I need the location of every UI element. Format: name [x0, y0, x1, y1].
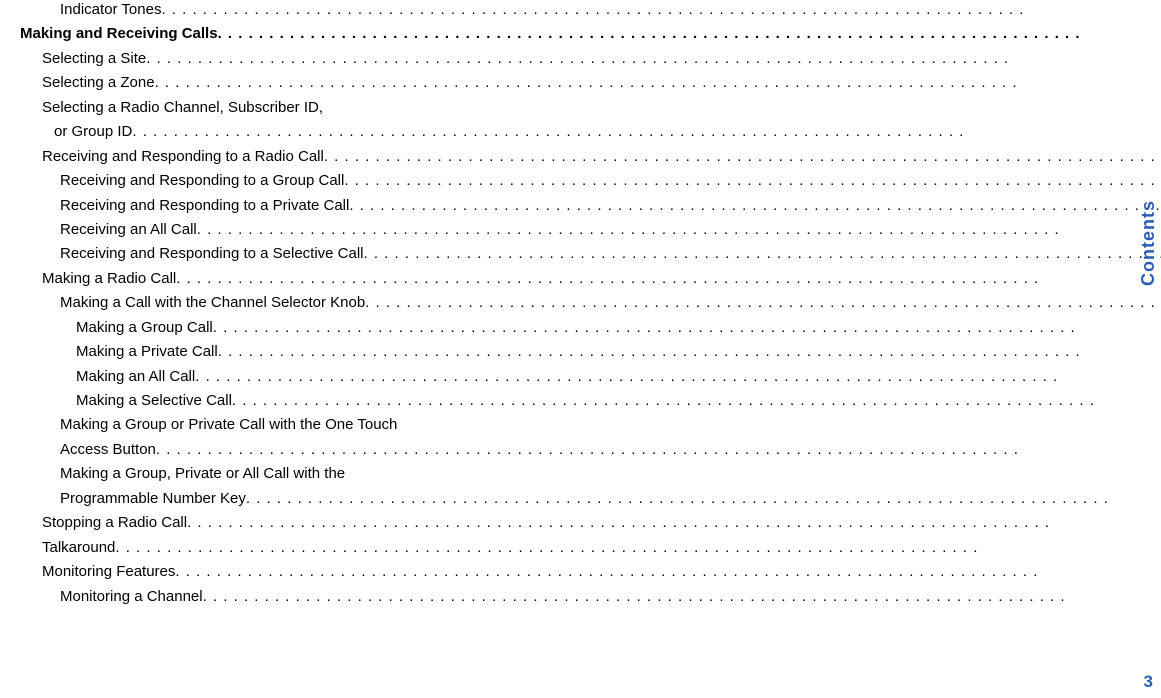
toc-entry: Making a Private Call 28 [20, 342, 1161, 362]
toc-entry: Indicator Tones 20 [20, 0, 1161, 20]
toc-entry: Programmable Number Key 32 [20, 489, 1161, 509]
toc-entry-text: Making a Group, Private or All Call with… [60, 464, 345, 484]
toc-leader-dots [115, 538, 1161, 558]
toc-leader-dots [187, 513, 1161, 533]
toc-entry-text: Selecting a Radio Channel, Subscriber ID… [42, 98, 323, 118]
toc-entry-text: Receiving an All Call [60, 220, 197, 240]
toc-entry: Making a Group or Private Call with the … [20, 415, 1161, 435]
toc-entry-text: Monitoring Features [42, 562, 175, 582]
toc-entry-text: Making and Receiving Calls [20, 24, 218, 44]
toc-leader-dots [218, 342, 1161, 362]
toc-entry: Making a Radio Call 27 [20, 269, 1161, 289]
toc-leader-dots [195, 367, 1161, 387]
toc-entry-text: Making an All Call [76, 367, 195, 387]
toc-entry-text: Receiving and Responding to a Selective … [60, 244, 364, 264]
toc-entry-text: Talkaround [42, 538, 115, 558]
toc-leader-dots [197, 220, 1161, 240]
toc-entry: Making a Group, Private or All Call with… [20, 464, 1161, 484]
toc-entry: Monitoring Features 34 [20, 562, 1161, 582]
toc-entry-text: Indicator Tones [60, 0, 161, 20]
toc-entry-text: Making a Selective Call [76, 391, 232, 411]
toc-entry: Selecting a Site 21 [20, 49, 1161, 69]
toc-entry: Making an All Call 29 [20, 367, 1161, 387]
toc-entry-text: Selecting a Site [42, 49, 146, 69]
toc-leader-dots [349, 196, 1161, 216]
toc-leader-dots [365, 293, 1161, 313]
toc-entry-text: or Group ID [54, 122, 132, 142]
toc-leader-dots [246, 489, 1161, 509]
toc-entry-text: Receiving and Responding to a Radio Call [42, 147, 324, 167]
toc-entry: Receiving an All Call 25 [20, 220, 1161, 240]
toc-leader-dots [146, 49, 1161, 69]
toc-entry-text: Monitoring a Channel [60, 587, 203, 607]
toc-leader-dots [156, 440, 1161, 460]
toc-leader-dots [213, 318, 1161, 338]
toc-entry: Access Button 31 [20, 440, 1161, 460]
toc-entry: or Group ID 22 [20, 122, 1161, 142]
toc-leader-dots [364, 244, 1161, 264]
toc-entry: Making a Call with the Channel Selector … [20, 293, 1161, 313]
toc-entry-text: Stopping a Radio Call [42, 513, 187, 533]
toc-entry: Receiving and Responding to a Group Call… [20, 171, 1161, 191]
toc-leader-dots [132, 122, 1161, 142]
toc-column-left: Indicator Tones 20 Making and Receiving C… [20, 0, 1161, 607]
toc-entry-text: Making a Private Call [76, 342, 218, 362]
toc-entry-text: Programmable Number Key [60, 489, 246, 509]
toc-leader-dots [176, 269, 1161, 289]
toc-entry: Receiving and Responding to a Private Ca… [20, 196, 1161, 216]
toc-leader-dots [175, 562, 1161, 582]
toc-entry-text: Making a Group Call [76, 318, 213, 338]
toc-leader-dots [232, 391, 1161, 411]
toc-leader-dots [161, 0, 1161, 20]
side-tab-label: Contents [1138, 200, 1159, 286]
toc-entry: Receiving and Responding to a Selective … [20, 244, 1161, 264]
toc-entry: Making and Receiving Calls 21 [20, 24, 1161, 44]
toc-leader-dots [203, 587, 1161, 607]
toc-entry: Receiving and Responding to a Radio Call… [20, 147, 1161, 167]
toc-entry-text: Selecting a Zone [42, 73, 155, 93]
side-tab: Contents [1135, 200, 1161, 290]
toc-entry: Talkaround 33 [20, 538, 1161, 558]
toc-entry-text: Access Button [60, 440, 156, 460]
toc-entry: Monitoring a Channel 34 [20, 587, 1161, 607]
toc-entry-text: Making a Group or Private Call with the … [60, 415, 397, 435]
toc-entry-text: Receiving and Responding to a Group Call [60, 171, 344, 191]
toc-leader-dots [344, 171, 1161, 191]
page-number: 3 [1144, 672, 1153, 692]
toc-entry-text: Receiving and Responding to a Private Ca… [60, 196, 349, 216]
toc-entry: Selecting a Radio Channel, Subscriber ID… [20, 98, 1161, 118]
toc-entry-text: Making a Call with the Channel Selector … [60, 293, 365, 313]
toc-entry: Making a Selective Call 30 [20, 391, 1161, 411]
toc-entry: Making a Group Call 27 [20, 318, 1161, 338]
toc-leader-dots [324, 147, 1161, 167]
toc-entry: Stopping a Radio Call 33 [20, 513, 1161, 533]
toc-leader-dots [155, 73, 1161, 93]
toc-entry-text: Making a Radio Call [42, 269, 176, 289]
toc-entry: Selecting a Zone 21 [20, 73, 1161, 93]
toc-leader-dots [218, 24, 1161, 44]
